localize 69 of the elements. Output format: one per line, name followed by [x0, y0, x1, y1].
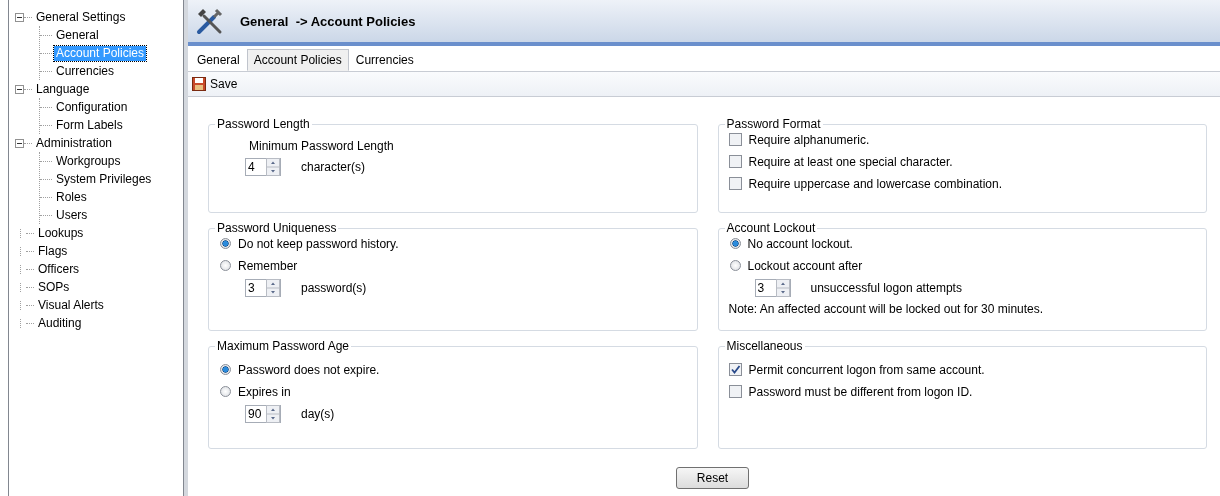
tab[interactable]: Currencies [348, 49, 421, 71]
group-title: Account Lockout [725, 221, 817, 235]
tree-item[interactable]: Workgroups [54, 153, 123, 169]
radio-button[interactable] [220, 238, 231, 249]
option-label[interactable]: Require uppercase and lowercase combination. [748, 176, 1002, 191]
collapse-icon[interactable] [15, 138, 24, 148]
group-title: Password Uniqueness [216, 221, 338, 235]
radio-button[interactable] [729, 238, 741, 249]
option-label[interactable]: Require alphanumeric. [748, 132, 870, 147]
option-label[interactable]: Lockout account after [747, 258, 863, 273]
tree-item[interactable]: Roles [54, 189, 89, 205]
radio-button[interactable] [220, 386, 231, 397]
tree-item[interactable]: Currencies [54, 63, 117, 79]
tree-item[interactable]: Language [34, 81, 92, 97]
tab[interactable]: Account Policies [246, 49, 349, 71]
radio-button[interactable] [220, 260, 231, 271]
option-label[interactable]: Require at least one special character. [748, 154, 953, 169]
tools-icon [194, 6, 224, 36]
option-label[interactable]: Remember [238, 258, 298, 273]
spin-arrows-icon [266, 158, 280, 176]
save-button[interactable]: Save [188, 75, 242, 93]
tree-item[interactable]: System Privileges [54, 171, 154, 187]
radio-button[interactable] [220, 364, 231, 375]
tree-item[interactable]: Lookups [36, 225, 86, 241]
tab[interactable]: General [190, 49, 247, 71]
field-label: Minimum Password Length [248, 139, 395, 153]
page-title: General -> Account Policies [240, 13, 416, 29]
checkbox[interactable] [728, 363, 742, 376]
group-title: Password Length [216, 117, 311, 131]
option-label[interactable]: Do not keep password history. [238, 236, 399, 251]
tree-item[interactable]: Auditing [36, 315, 84, 331]
group-title: Password Format [725, 117, 822, 131]
unit-label: character(s) [301, 160, 365, 174]
spin-arrows-icon [266, 279, 280, 297]
option-label[interactable]: Permit concurrent logon from same account. [748, 362, 985, 377]
tree-item[interactable]: Administration [34, 135, 115, 151]
checkbox[interactable] [728, 155, 742, 168]
number-spinner[interactable]: 90 [245, 405, 281, 423]
unit-label: day(s) [301, 407, 335, 421]
option-label[interactable]: Password does not expire. [238, 362, 380, 377]
tree-item[interactable]: Visual Alerts [36, 297, 106, 313]
checkbox[interactable] [728, 385, 742, 398]
unit-label: password(s) [301, 281, 367, 295]
spin-arrows-icon [266, 405, 280, 423]
tree-item[interactable]: Form Labels [54, 117, 125, 133]
collapse-icon[interactable] [15, 12, 24, 22]
tree-item[interactable]: Flags [36, 243, 70, 259]
option-label[interactable]: Expires in [238, 384, 291, 399]
option-label[interactable]: No account lockout. [747, 236, 853, 251]
number-spinner[interactable]: 4 [245, 158, 281, 176]
tree-item[interactable]: General [54, 27, 101, 43]
number-spinner[interactable]: 3 [245, 279, 281, 297]
radio-button[interactable] [729, 260, 741, 271]
tree-item[interactable]: Configuration [54, 99, 130, 115]
collapse-icon[interactable] [15, 84, 24, 94]
note-text: Note: An affected account will be locked out for 30 minutes. [728, 302, 1045, 316]
checkbox[interactable] [728, 177, 742, 190]
spin-arrows-icon [775, 279, 790, 297]
tree-item[interactable]: Users [54, 207, 90, 223]
group-title: Miscellaneous [725, 339, 804, 353]
tree-item[interactable]: SOPs [36, 279, 72, 295]
reset-button[interactable]: Reset [676, 467, 749, 489]
number-spinner[interactable]: 3 [754, 279, 791, 297]
checkbox[interactable] [728, 133, 742, 146]
group-title: Maximum Password Age [216, 339, 351, 353]
unit-label: unsuccessful logon attempts [810, 281, 962, 295]
option-label[interactable]: Password must be different from logon ID. [748, 384, 973, 399]
tree-item[interactable]: Officers [36, 261, 82, 277]
tree-item[interactable]: General Settings [34, 9, 128, 25]
